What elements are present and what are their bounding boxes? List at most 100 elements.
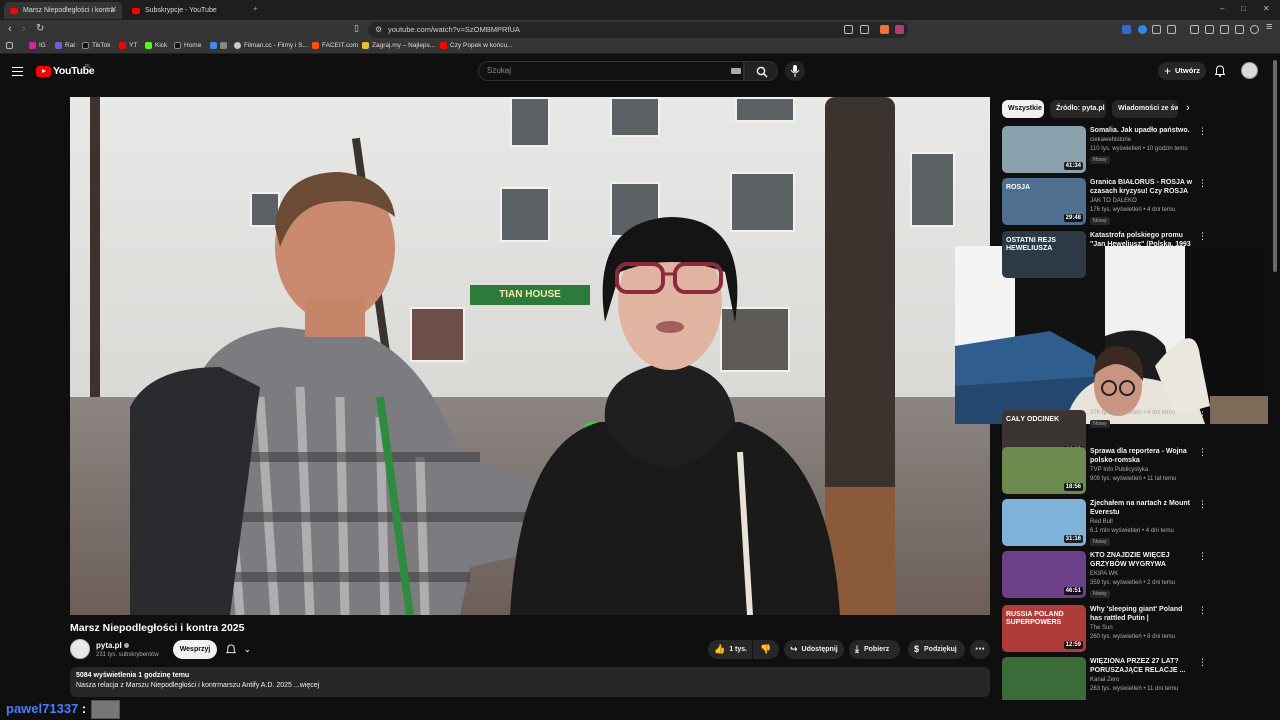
bookmark-icon[interactable]: ▯ <box>354 23 359 34</box>
bookmark-tiktok[interactable]: TikTok <box>82 42 111 49</box>
youtube-logo-icon[interactable] <box>36 66 51 77</box>
recommendation-title[interactable]: KTO ZNAJDZIE WIĘCEJ GRZYBÓW WYGRYWA *AFE… <box>1090 551 1194 569</box>
video-thumbnail[interactable]: 46:51 <box>1002 551 1086 598</box>
chevron-right-icon[interactable]: › <box>1186 102 1190 114</box>
recommendation-title[interactable]: Katastrofa polskiego promu "Jan Hewelius… <box>1090 231 1194 249</box>
bookmark-rat[interactable]: Rat <box>55 42 75 49</box>
recommendation-item[interactable]: 18:56 Sprawa dla reportera - Wojna polsko… <box>1002 447 1272 495</box>
extension-icon[interactable] <box>1138 25 1147 34</box>
voice-search-button[interactable] <box>785 61 805 81</box>
account-avatar[interactable] <box>1241 62 1258 79</box>
extensions-puzzle-icon[interactable] <box>1167 25 1176 34</box>
browser-tab-active[interactable]: Marsz Niepodległości i kontra ✕ <box>4 2 122 19</box>
video-player[interactable]: TIAN HOUSE <box>70 97 990 615</box>
recommendation-channel[interactable]: EKIPA WK <box>1090 571 1118 577</box>
site-info-icon[interactable]: ⚙ <box>375 22 382 38</box>
more-options-icon[interactable]: ⋮ <box>1198 178 1207 189</box>
maximize-icon[interactable]: □ <box>1241 4 1246 13</box>
reload-icon[interactable]: ↻ <box>36 23 44 34</box>
address-bar[interactable]: ⚙ youtube.com/watch?v=SzOMBMPRfUA <box>368 22 908 38</box>
recommendation-title[interactable]: Somalia. Jak upadło państwo. <box>1090 126 1194 135</box>
subscription-bell-button[interactable]: ⌄ <box>222 640 258 659</box>
forward-icon[interactable]: › <box>22 23 26 35</box>
bookmark-filman[interactable]: Filman.cc - Filmy i S... <box>234 42 308 49</box>
recommendation-item[interactable]: ROSJA 29:48 Granica BIAŁORUŚ - ROSJA w cza… <box>1002 178 1272 226</box>
more-options-icon[interactable]: ⋮ <box>1198 551 1207 562</box>
recommendation-channel[interactable]: Kanał Zero <box>1090 677 1119 683</box>
hamburger-menu-icon[interactable] <box>12 67 23 76</box>
recommendation-channel[interactable]: ciekawehistorie <box>1090 137 1131 143</box>
brave-shield-icon[interactable] <box>880 25 889 34</box>
apps-grid-icon[interactable] <box>6 42 16 49</box>
recommendation-channel[interactable]: Red Bull <box>1090 519 1113 525</box>
recommendation-item[interactable]: OSTATNI REJS HEWELIUSZA Katastrofa polski… <box>1002 231 1272 279</box>
bookmark-popek[interactable]: Czy Popek w końcu... <box>440 42 513 49</box>
bookmark-kick[interactable]: Kick <box>145 42 167 49</box>
wallet-icon[interactable] <box>1220 25 1229 34</box>
recommendation-title[interactable]: Granica BIAŁORUŚ - ROSJA w czasach kryzy… <box>1090 178 1194 196</box>
more-options-icon[interactable]: ⋮ <box>1198 499 1207 510</box>
chip-news[interactable]: Wiadomości ze św <box>1112 100 1178 118</box>
search-input[interactable]: Szukaj <box>478 61 744 81</box>
bookmark-faceit[interactable]: FACEIT.com <box>312 42 358 49</box>
channel-name[interactable]: pyta.pl <box>96 641 129 650</box>
video-thumbnail[interactable]: 41:34 <box>1002 126 1086 173</box>
bookmark-ig[interactable]: IG <box>29 42 46 49</box>
sidebar-icon[interactable] <box>1205 25 1214 34</box>
back-icon[interactable]: ‹ <box>8 23 12 35</box>
video-thumbnail[interactable]: ROSJA 29:48 <box>1002 178 1086 225</box>
rewards-icon[interactable] <box>895 25 904 34</box>
install-app-icon[interactable] <box>844 25 853 34</box>
video-thumbnail[interactable]: 31:16 <box>1002 499 1086 546</box>
recommendation-title[interactable]: Why 'sleeping giant' Poland has rattled … <box>1090 605 1194 623</box>
new-tab-button[interactable]: + <box>253 4 258 13</box>
more-options-icon[interactable]: ⋮ <box>1198 231 1207 242</box>
description-box[interactable]: 5084 wyświetlenia 1 godzinę temu Nasza r… <box>70 667 990 697</box>
recommendation-title[interactable]: Zjechałem na nartach z Mount Everestu <box>1090 499 1194 517</box>
thanks-button[interactable]: $ Podziękuj <box>908 640 965 659</box>
more-options-icon[interactable]: ⋮ <box>1198 657 1207 668</box>
recommendation-item[interactable]: RUSSIA POLAND SUPERPOWERS 12:59 Why 'sleep… <box>1002 605 1272 653</box>
bookmark-zagraj[interactable]: Zagraj.my – Najleps... <box>362 42 435 49</box>
more-options-icon[interactable]: ⋮ <box>1198 447 1207 458</box>
profile-icon[interactable] <box>1250 25 1259 34</box>
video-thumbnail[interactable]: RUSSIA POLAND SUPERPOWERS 12:59 <box>1002 605 1086 652</box>
extension-icon[interactable] <box>1122 25 1131 34</box>
vpn-icon[interactable] <box>1235 25 1244 34</box>
support-channel-button[interactable]: Wesprzyj <box>173 640 217 659</box>
chip-all[interactable]: Wszystkie <box>1002 100 1044 118</box>
recommendation-item[interactable]: 41:34 Somalia. Jak upadło państwo. ciekawe… <box>1002 126 1272 174</box>
browser-tab[interactable]: Subskrypcje - YouTube <box>126 2 244 19</box>
recommendation-channel[interactable]: JAK TO DALEKO <box>1090 198 1137 204</box>
share-button[interactable]: ↪ Udostępnij <box>784 640 844 659</box>
extension-icon[interactable] <box>1152 25 1161 34</box>
more-actions-button[interactable]: ⋯ <box>970 640 990 659</box>
search-button[interactable] <box>744 61 778 81</box>
media-icon[interactable] <box>1190 25 1199 34</box>
recommendation-channel[interactable]: The Sun <box>1090 625 1113 631</box>
recommendation-title[interactable]: WIĘZIONA PRZEZ 27 LAT? PORUSZAJĄCE RELAC… <box>1090 657 1194 675</box>
recommendation-item[interactable]: WIĘZIONA PRZEZ 27 LAT? PORUSZAJĄCE RELAC… <box>1002 657 1272 705</box>
notifications-bell-icon[interactable] <box>1215 65 1225 77</box>
bookmark-home[interactable]: Home <box>174 42 201 49</box>
keyboard-icon[interactable] <box>731 68 741 74</box>
more-options-icon[interactable]: ⋮ <box>1198 410 1207 421</box>
recommendation-item[interactable]: 31:16 Zjechałem na nartach z Mount Everes… <box>1002 499 1272 547</box>
channel-avatar[interactable] <box>70 639 90 659</box>
video-thumbnail[interactable]: 18:56 <box>1002 447 1086 494</box>
close-tab-icon[interactable]: ✕ <box>110 5 117 14</box>
menu-icon[interactable]: ≡ <box>1266 21 1272 33</box>
dislike-button[interactable]: 👎 <box>753 640 779 659</box>
like-button[interactable]: 👍 1 tys. <box>708 640 752 659</box>
bookmark-icons[interactable] <box>210 42 230 49</box>
scrollbar[interactable] <box>1273 60 1277 272</box>
more-options-icon[interactable]: ⋮ <box>1198 126 1207 137</box>
more-options-icon[interactable]: ⋮ <box>1198 605 1207 616</box>
recommendation-item[interactable]: 46:51 KTO ZNAJDZIE WIĘCEJ GRZYBÓW WYGRYWA… <box>1002 551 1272 599</box>
bookmark-yt[interactable]: YT <box>119 42 137 49</box>
chip-from-channel[interactable]: Źródło: pyta.pl <box>1050 100 1106 118</box>
video-thumbnail[interactable]: OSTATNI REJS HEWELIUSZA <box>1002 231 1086 278</box>
download-button[interactable]: ⤓ Pobierz <box>849 640 900 659</box>
share-page-icon[interactable] <box>860 25 869 34</box>
create-button[interactable]: + Utwórz <box>1158 62 1206 80</box>
